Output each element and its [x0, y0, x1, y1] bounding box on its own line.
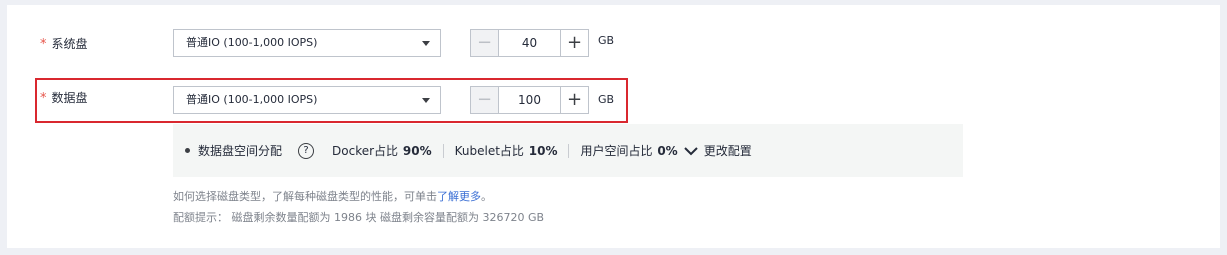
help-icon[interactable]: ?: [298, 142, 315, 159]
data-disk-size-input[interactable]: 100: [499, 87, 560, 113]
kubelet-ratio: Kubelet占比 10%: [454, 144, 558, 158]
system-disk-label: * 系统盘: [40, 37, 88, 52]
system-disk-type-value: 普通IO (100-1,000 IOPS): [186, 36, 318, 49]
system-disk-increase-button[interactable]: +: [560, 30, 588, 56]
data-disk-type-select[interactable]: 普通IO (100-1,000 IOPS): [173, 86, 441, 114]
system-disk-unit: GB: [598, 34, 615, 47]
docker-ratio: Docker占比 90%: [332, 144, 432, 158]
data-disk-size-stepper[interactable]: − 100 +: [470, 86, 589, 114]
required-mark: *: [40, 91, 47, 106]
data-disk-unit: GB: [598, 93, 615, 106]
learn-more-link[interactable]: 了解更多: [437, 190, 481, 203]
caret-down-icon: [422, 41, 430, 46]
quota-hint: 配额提示： 磁盘剩余数量配额为 1986 块 磁盘剩余容量配额为 326720 …: [173, 211, 545, 224]
divider: [568, 143, 570, 158]
data-disk-type-value: 普通IO (100-1,000 IOPS): [186, 93, 318, 106]
allocation-title: 数据盘空间分配: [198, 144, 283, 158]
change-config-link[interactable]: 更改配置: [704, 142, 752, 159]
required-mark: *: [40, 37, 47, 52]
user-space-ratio-value: 0%: [657, 144, 678, 158]
disk-config-card: * 系统盘 普通IO (100-1,000 IOPS) − 40 + GB * 数据…: [7, 5, 1220, 248]
chevron-down-icon[interactable]: [683, 146, 698, 156]
kubelet-ratio-value: 10%: [528, 144, 558, 158]
caret-down-icon: [422, 98, 430, 103]
bullet-dot: [185, 148, 190, 153]
data-disk-row: * 数据盘 普通IO (100-1,000 IOPS) − 100 + GB: [7, 86, 1220, 116]
user-space-ratio: 用户空间占比 0%: [580, 144, 678, 158]
data-disk-allocation-panel: 数据盘空间分配 ? Docker占比 90% Kubelet占比 10% 用户空…: [173, 124, 963, 177]
docker-ratio-value: 90%: [402, 144, 432, 158]
system-disk-type-select[interactable]: 普通IO (100-1,000 IOPS): [173, 29, 441, 57]
system-disk-decrease-button[interactable]: −: [471, 30, 499, 56]
data-disk-label: * 数据盘: [40, 91, 88, 106]
divider: [442, 143, 444, 158]
system-disk-size-input[interactable]: 40: [499, 30, 560, 56]
disk-type-hint: 如何选择磁盘类型，了解每种磁盘类型的性能，可单击了解更多。: [173, 190, 492, 203]
data-disk-decrease-button[interactable]: −: [471, 87, 499, 113]
system-disk-row: * 系统盘 普通IO (100-1,000 IOPS) − 40 + GB: [7, 29, 1220, 59]
data-disk-increase-button[interactable]: +: [560, 87, 588, 113]
system-disk-size-stepper[interactable]: − 40 +: [470, 29, 589, 57]
